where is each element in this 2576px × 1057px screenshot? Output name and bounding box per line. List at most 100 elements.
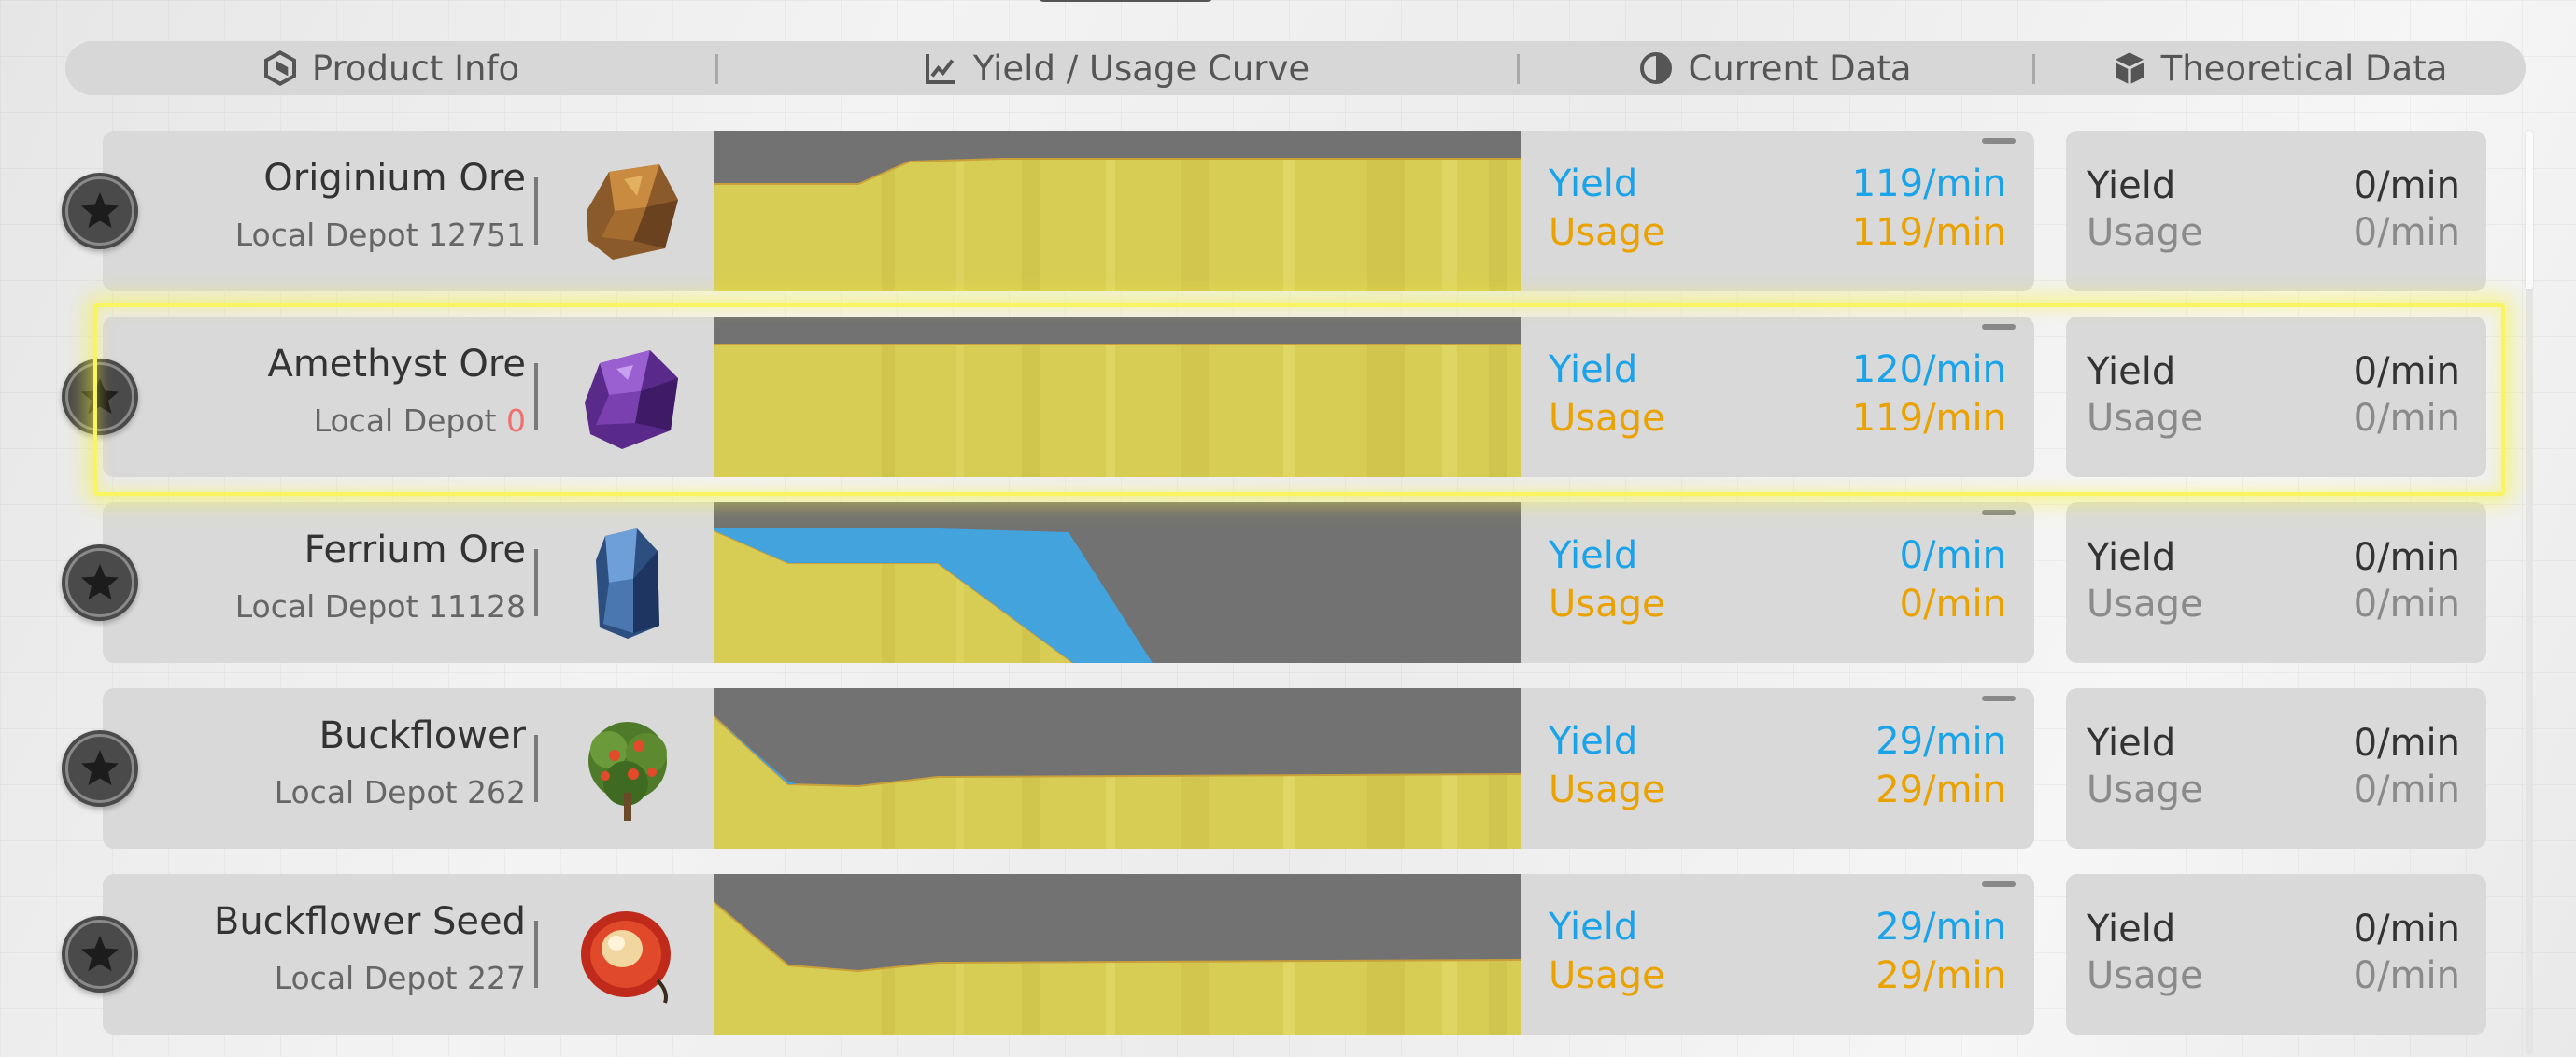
current-yield-label: Yield <box>1549 906 1638 949</box>
current-data-cell: Yield 29/min Usage 29/min <box>1521 874 2034 1035</box>
collapse-icon[interactable] <box>1982 696 2016 701</box>
theo-usage-value: 0/min <box>2353 768 2460 811</box>
theo-yield-label: Yield <box>2087 350 2176 393</box>
theo-yield-label: Yield <box>2087 722 2176 765</box>
current-data-cell: Yield 119/min Usage 119/min <box>1521 131 2034 291</box>
name-divider <box>534 921 538 988</box>
depot-count: 12751 <box>428 217 526 253</box>
depot-label: Local Depot <box>234 588 418 625</box>
theoretical-data-cell: Yield 0/min Usage 0/min <box>2066 688 2486 849</box>
product-row[interactable]: Amethyst Ore Local Depot 0 Yield 120/min… <box>0 317 2576 477</box>
favorite-star-button[interactable] <box>62 173 138 249</box>
theo-yield-label: Yield <box>2087 536 2176 579</box>
current-yield-label: Yield <box>1549 534 1638 577</box>
theo-yield-label: Yield <box>2087 908 2176 951</box>
theoretical-data-cell: Yield 0/min Usage 0/min <box>2066 874 2486 1035</box>
product-name: Ferrium Ore <box>304 528 526 571</box>
product-depot: Local Depot 11128 <box>235 588 526 625</box>
current-yield-value: 120/min <box>1851 348 2006 391</box>
product-name: Originium Ore <box>263 157 526 200</box>
collapse-icon[interactable] <box>1982 510 2016 515</box>
yield-usage-curve-chart <box>714 502 1521 663</box>
curve-cell <box>714 874 1521 1035</box>
product-info-cell: Buckflower Local Depot 262 <box>103 688 714 849</box>
star-icon <box>81 378 119 414</box>
theo-usage-value: 0/min <box>2353 397 2460 440</box>
theo-yield-value: 0/min <box>2353 350 2460 393</box>
curve-cell <box>714 688 1521 849</box>
collapse-icon[interactable] <box>1982 881 2016 887</box>
name-divider <box>534 177 538 245</box>
top-tab-handle[interactable] <box>1037 0 1214 2</box>
depot-label: Local Depot <box>313 402 497 439</box>
current-usage-value: 119/min <box>1851 397 2006 440</box>
theoretical-data-cell: Yield 0/min Usage 0/min <box>2066 502 2486 663</box>
current-data-cell: Yield 120/min Usage 119/min <box>1521 317 2034 477</box>
star-icon <box>81 192 119 228</box>
originium-ore-icon <box>568 151 687 271</box>
current-usage-value: 0/min <box>1899 583 2006 626</box>
product-row[interactable]: Buckflower Seed Local Depot 227 Yield 29… <box>0 874 2576 1035</box>
current-usage-value: 29/min <box>1875 954 2006 997</box>
product-row[interactable]: Buckflower Local Depot 262 Yield 29/min … <box>0 688 2576 849</box>
favorite-star-button[interactable] <box>62 730 138 807</box>
star-icon <box>81 750 119 785</box>
curve-cell <box>714 131 1521 291</box>
theo-usage-label: Usage <box>2087 211 2203 254</box>
depot-count: 227 <box>467 960 526 996</box>
cube-icon <box>263 50 296 86</box>
theo-usage-label: Usage <box>2087 583 2203 626</box>
scrollbar-thumb[interactable] <box>2526 131 2533 289</box>
current-yield-value: 0/min <box>1899 534 2006 577</box>
product-row[interactable]: Originium Ore Local Depot 12751 Yield 11… <box>0 131 2576 291</box>
curve-cell <box>714 502 1521 663</box>
favorite-star-button[interactable] <box>62 359 138 435</box>
product-depot: Local Depot 227 <box>275 960 526 996</box>
current-data-cell: Yield 0/min Usage 0/min <box>1521 502 2034 663</box>
product-info-cell: Originium Ore Local Depot 12751 <box>103 131 714 291</box>
current-usage-label: Usage <box>1549 211 1665 254</box>
theo-usage-label: Usage <box>2087 397 2203 440</box>
theo-usage-value: 0/min <box>2353 954 2460 997</box>
current-yield-value: 29/min <box>1875 720 2006 763</box>
buckflower-icon <box>568 709 687 828</box>
depot-count: 262 <box>467 774 526 810</box>
depot-label: Local Depot <box>274 774 458 810</box>
header-theoretical-data[interactable]: Theoretical Data <box>2032 41 2526 95</box>
current-yield-value: 119/min <box>1851 162 2006 205</box>
curve-cell <box>714 317 1521 477</box>
favorite-star-button[interactable] <box>62 916 138 993</box>
header-product-info[interactable]: Product Info <box>65 41 715 95</box>
product-name: Buckflower <box>318 714 526 757</box>
theo-usage-label: Usage <box>2087 954 2203 997</box>
collapse-icon[interactable] <box>1982 324 2016 330</box>
theo-usage-value: 0/min <box>2353 211 2460 254</box>
theo-usage-value: 0/min <box>2353 583 2460 626</box>
yield-usage-curve-chart <box>714 688 1521 849</box>
theo-yield-value: 0/min <box>2353 536 2460 579</box>
collapse-icon[interactable] <box>1982 138 2016 144</box>
theo-yield-value: 0/min <box>2353 722 2460 765</box>
ferrium-ore-icon <box>568 523 687 642</box>
current-usage-label: Usage <box>1549 583 1665 626</box>
product-row[interactable]: Ferrium Ore Local Depot 11128 Yield 0/mi… <box>0 502 2576 663</box>
header-curve[interactable]: Yield / Usage Curve <box>715 41 1517 95</box>
favorite-star-button[interactable] <box>62 544 138 621</box>
star-icon <box>81 564 119 599</box>
name-divider <box>534 735 538 802</box>
amethyst-ore-icon <box>568 337 687 457</box>
current-usage-label: Usage <box>1549 954 1665 997</box>
header-current-data[interactable]: Current Data <box>1517 41 2032 95</box>
star-icon <box>81 936 119 971</box>
product-depot: Local Depot 0 <box>314 402 526 439</box>
depot-label: Local Depot <box>234 217 418 253</box>
box-icon <box>2115 52 2144 84</box>
current-yield-label: Yield <box>1549 720 1638 763</box>
product-info-cell: Amethyst Ore Local Depot 0 <box>103 317 714 477</box>
product-depot: Local Depot 12751 <box>235 217 526 253</box>
product-name: Amethyst Ore <box>267 343 526 386</box>
name-divider <box>534 363 538 430</box>
depot-label: Local Depot <box>274 960 458 996</box>
current-yield-label: Yield <box>1549 162 1638 205</box>
table-header: Product Info Yield / Usage Curve Current… <box>65 41 2526 95</box>
